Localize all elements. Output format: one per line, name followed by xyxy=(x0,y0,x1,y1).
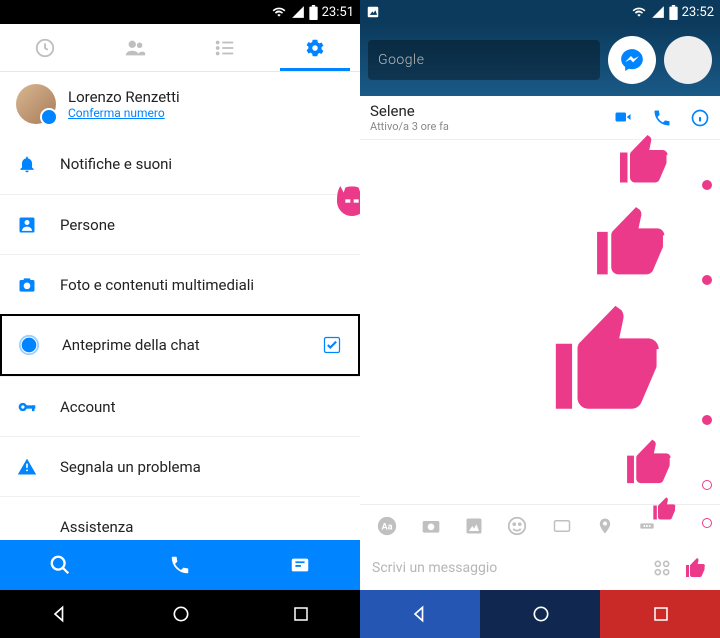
signal-icon xyxy=(291,5,305,19)
android-nav-bar xyxy=(0,590,360,638)
chat-contact-status: Attivo/a 3 ore fa xyxy=(370,120,449,133)
profile-name: Lorenzo Renzetti xyxy=(68,88,180,106)
wifi-icon xyxy=(631,5,647,19)
row-media[interactable]: Foto e contenuti multimediali xyxy=(0,254,360,314)
bottom-action-bar xyxy=(0,540,360,590)
like-sticker xyxy=(620,435,680,490)
row-chat-previews[interactable]: Anteprime della chat xyxy=(0,314,360,376)
like-sticker xyxy=(650,495,680,523)
gif-button[interactable] xyxy=(550,517,574,535)
sent-indicator xyxy=(702,480,712,490)
search-hint: Google xyxy=(378,52,424,68)
sent-indicator xyxy=(702,518,712,528)
compose-button[interactable] xyxy=(240,554,360,576)
bell-icon xyxy=(16,154,38,174)
video-call-button[interactable] xyxy=(612,108,634,128)
location-button[interactable] xyxy=(596,515,614,537)
row-account[interactable]: Account xyxy=(0,376,360,436)
tab-recent[interactable] xyxy=(0,24,90,71)
confirm-number-link[interactable]: Conferma numero xyxy=(68,106,180,120)
tab-bar xyxy=(0,24,360,72)
compose-bar: Scrivi un messaggio xyxy=(360,546,720,590)
nav-recent[interactable] xyxy=(292,605,310,623)
row-label: Assistenza xyxy=(60,518,133,536)
chat-head-avatar[interactable] xyxy=(664,36,712,84)
battery-icon xyxy=(309,5,318,20)
apps-button[interactable] xyxy=(652,558,672,578)
warning-icon xyxy=(16,457,38,477)
text-style-button[interactable]: Aa xyxy=(376,515,398,537)
search-button[interactable] xyxy=(0,554,120,576)
emoji-button[interactable] xyxy=(506,515,528,537)
chat-screen: 23:52 Google Selene Attivo/a 3 ore fa xyxy=(360,0,720,638)
row-people[interactable]: Persone xyxy=(0,194,360,254)
home-search-area: Google xyxy=(360,24,720,96)
settings-screen: 23:51 Lorenzo Renzetti Conferma numero N… xyxy=(0,0,360,638)
row-label: Foto e contenuti multimediali xyxy=(60,276,254,294)
avatar xyxy=(16,84,56,124)
watermark-helmet-icon xyxy=(332,180,360,222)
call-button[interactable] xyxy=(120,554,240,576)
wifi-icon xyxy=(271,5,287,19)
svg-text:Aa: Aa xyxy=(381,522,392,532)
tab-settings[interactable] xyxy=(270,24,360,71)
chat-messages-area[interactable] xyxy=(360,140,720,504)
person-icon xyxy=(16,215,38,235)
like-sticker xyxy=(540,295,680,425)
screenshot-icon xyxy=(366,5,380,19)
nav-home[interactable] xyxy=(171,604,191,624)
gallery-button[interactable] xyxy=(464,516,484,536)
sent-indicator xyxy=(702,415,712,425)
sent-indicator xyxy=(702,180,712,190)
nav-back[interactable] xyxy=(50,604,70,624)
sent-indicator xyxy=(702,275,712,285)
row-label: Account xyxy=(60,398,116,416)
signal-icon xyxy=(651,5,665,19)
tab-people[interactable] xyxy=(90,24,180,71)
camera-button[interactable] xyxy=(420,516,442,536)
row-label: Notifiche e suoni xyxy=(60,155,172,173)
row-notifications[interactable]: Notifiche e suoni xyxy=(0,134,360,194)
info-button[interactable] xyxy=(690,108,710,128)
battery-icon xyxy=(669,5,678,20)
chat-head-icon xyxy=(18,334,40,356)
send-like-button[interactable] xyxy=(684,556,708,580)
camera-icon xyxy=(16,275,38,295)
nav-home[interactable] xyxy=(531,604,551,624)
status-time: 23:51 xyxy=(322,5,354,20)
android-nav-bar xyxy=(360,590,720,638)
row-label: Persone xyxy=(60,216,115,234)
chat-contact-name: Selene xyxy=(370,102,449,120)
checkbox-checked[interactable] xyxy=(322,335,342,355)
status-bar: 23:52 xyxy=(360,0,720,24)
tab-list[interactable] xyxy=(180,24,270,71)
messenger-chat-head[interactable] xyxy=(608,36,656,84)
status-bar: 23:51 xyxy=(0,0,360,24)
nav-back[interactable] xyxy=(410,604,430,624)
message-input[interactable]: Scrivi un messaggio xyxy=(372,560,640,576)
row-label: Segnala un problema xyxy=(60,458,201,476)
settings-list: Notifiche e suoni Persone Foto e contenu… xyxy=(0,134,360,540)
google-search-bar[interactable]: Google xyxy=(368,40,600,80)
voice-call-button[interactable] xyxy=(652,108,672,128)
row-help[interactable]: Assistenza xyxy=(0,496,360,540)
status-time: 23:52 xyxy=(682,5,714,20)
nav-recent[interactable] xyxy=(652,605,670,623)
key-icon xyxy=(16,397,38,417)
profile-row[interactable]: Lorenzo Renzetti Conferma numero xyxy=(0,72,360,134)
row-label: Anteprime della chat xyxy=(62,336,200,354)
like-sticker xyxy=(610,130,680,190)
like-sticker xyxy=(585,200,680,285)
row-report[interactable]: Segnala un problema xyxy=(0,436,360,496)
